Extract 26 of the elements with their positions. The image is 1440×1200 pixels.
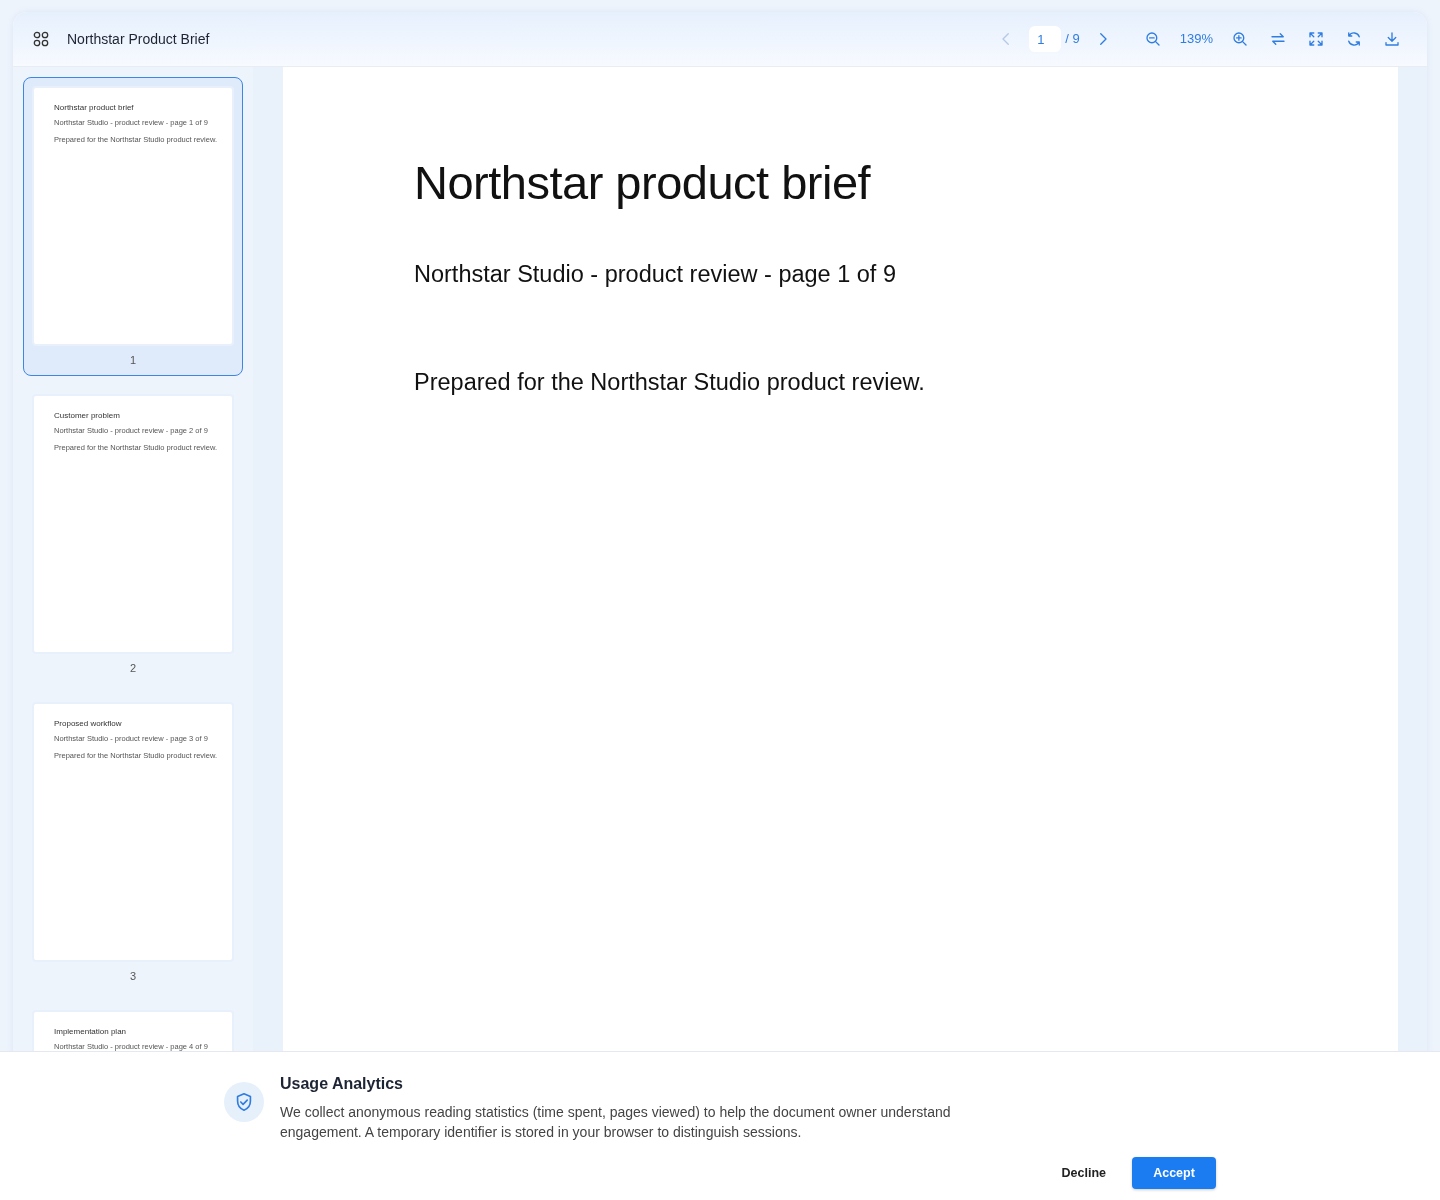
page-count: / 9: [1065, 30, 1080, 49]
accept-button[interactable]: Accept: [1132, 1157, 1216, 1190]
document-title: Northstar Product Brief: [67, 29, 210, 49]
zoom-level: 139%: [1178, 30, 1214, 49]
decline-button[interactable]: Decline: [1051, 1156, 1116, 1191]
page-number-field[interactable]: 1: [1029, 26, 1062, 52]
thumbnail-title: Northstar product brief: [54, 102, 135, 114]
expand-arrows-icon[interactable]: [1307, 30, 1325, 48]
grid-icon[interactable]: [33, 31, 49, 47]
download-icon[interactable]: [1383, 30, 1401, 48]
consent-title: Usage Analytics: [280, 1074, 404, 1094]
thumbnail-title: Implementation plan: [54, 1026, 128, 1038]
page-number-label: 2: [128, 661, 138, 676]
page-heading: Northstar product brief: [414, 155, 872, 211]
zoom-out-icon[interactable]: [1143, 30, 1162, 48]
consent-text: We collect anonymous reading statistics (time spent, pages viewed) to help the document owner understand engagement. A temporary identifier is stored in your browser to distinguish sessions.: [280, 1103, 952, 1142]
page-number-label: 1: [128, 353, 138, 368]
zoom-in-icon[interactable]: [1231, 30, 1249, 48]
page-text: Prepared for the Northstar Studio product review.: [414, 367, 926, 397]
thumbnail-title: Proposed workflow: [54, 718, 123, 730]
thumbnail-title: Customer problem: [54, 410, 121, 422]
swap-arrows-icon[interactable]: [1269, 30, 1287, 48]
shield-check-icon: [224, 1082, 264, 1122]
page-number-label: 3: [128, 969, 138, 984]
refresh-arrows-icon[interactable]: [1345, 30, 1363, 48]
page-subtitle: Northstar Studio - product review - page 1 of 9: [414, 260, 897, 290]
